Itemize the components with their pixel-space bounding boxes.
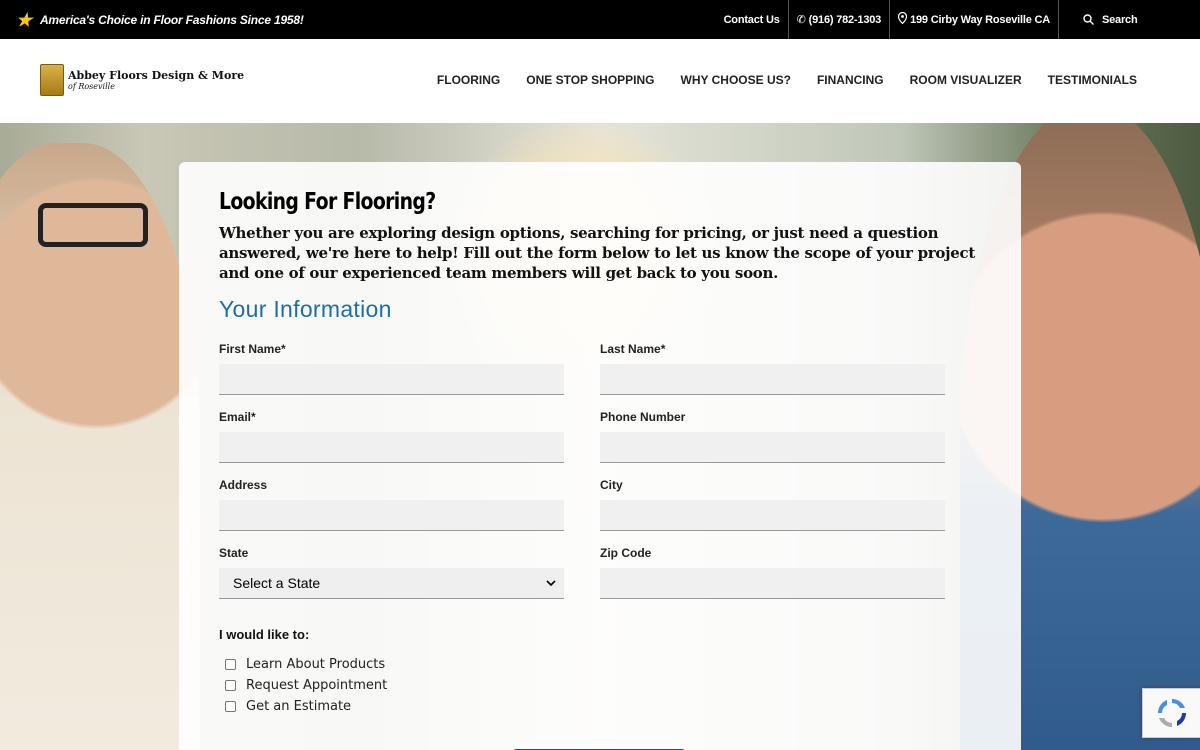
option-label: Learn About Products [246,657,386,672]
recaptcha-icon [1158,699,1186,727]
option-label: Get an Estimate [246,699,352,714]
phone-number: (916) 782-1303 [808,13,882,26]
phone-field: Phone Number [600,410,945,463]
form-intro: Whether you are exploring design options… [219,224,975,282]
search-button[interactable]: Search [1058,0,1200,39]
address-link[interactable]: 199 Cirby Way Roseville CA [889,0,1058,39]
last-name-field: Last Name* [600,342,945,395]
hero-glasses [38,203,148,247]
contact-form-panel: Looking For Flooring? Whether you are ex… [179,162,1021,750]
site-header: Abbey Floors Design & More of Roseville … [0,39,1200,123]
address-input[interactable] [219,500,564,531]
state-select-value: Select a State [233,575,321,591]
state-field: State Select a State [219,546,564,599]
phone-link[interactable]: ✆ (916) 782-1303 [787,0,889,39]
chevron-down-icon [546,580,556,586]
nav-one-stop-shopping[interactable]: ONE STOP SHOPPING [526,73,654,87]
phone-label: Phone Number [600,410,686,424]
option-get-estimate[interactable]: Get an Estimate [225,696,387,717]
logo[interactable]: Abbey Floors Design & More of Roseville [40,64,244,96]
address-text: 199 Cirby Way Roseville CA [910,13,1050,26]
tagline: ★ America's Choice in Floor Fashions Sin… [0,11,304,29]
option-learn-products[interactable]: Learn About Products [225,654,387,675]
nav-testimonials[interactable]: TESTIMONIALS [1048,73,1137,87]
last-name-input[interactable] [600,364,945,395]
nav-why-choose-us[interactable]: WHY CHOOSE US? [681,73,791,87]
phone-icon: ✆ [796,14,806,26]
address-field: Address [219,478,564,531]
logo-title: Abbey Floors Design & More [68,68,245,82]
section-title: Your Information [219,296,392,322]
map-pin-icon [897,11,908,27]
recaptcha-badge[interactable] [1142,688,1200,738]
star-icon: ★ [16,9,32,30]
option-request-appointment[interactable]: Request Appointment [225,675,387,696]
state-select[interactable]: Select a State [219,568,564,599]
email-field: Email* [219,410,564,463]
contact-us-link[interactable]: Contact Us [716,0,788,39]
city-input[interactable] [600,500,945,531]
first-name-label: First Name* [219,342,286,356]
search-icon [1083,14,1094,25]
email-label: Email* [219,410,256,424]
email-input[interactable] [219,432,564,463]
state-label: State [219,546,249,560]
nav-room-visualizer[interactable]: ROOM VISUALIZER [910,73,1022,87]
logo-subtitle: of Roseville [68,81,115,91]
form-heading: Looking For Flooring? [219,189,436,215]
tagline-text: America's Choice in Floor Fashions Since… [39,12,304,27]
city-label: City [600,478,623,492]
zip-input[interactable] [600,568,945,599]
search-label: Search [1102,13,1138,26]
option-label: Request Appointment [246,678,388,693]
logo-badge-icon [40,64,64,96]
last-name-label: Last Name* [600,342,666,356]
city-field: City [600,478,945,531]
interest-label: I would like to: [219,627,310,642]
first-name-input[interactable] [219,364,564,395]
first-name-field: First Name* [219,342,564,395]
interest-options: Learn About Products Request Appointment… [225,654,387,717]
main-nav: FLOORING ONE STOP SHOPPING WHY CHOOSE US… [411,73,1137,87]
address-label: Address [219,478,268,492]
zip-label: Zip Code [600,546,652,560]
checkbox[interactable] [225,701,236,712]
zip-field: Zip Code [600,546,945,599]
nav-financing[interactable]: FINANCING [817,73,884,87]
phone-input[interactable] [600,432,945,463]
top-bar: ★ America's Choice in Floor Fashions Sin… [0,0,1200,39]
checkbox[interactable] [225,659,236,670]
nav-flooring[interactable]: FLOORING [437,73,500,87]
checkbox[interactable] [225,680,236,691]
